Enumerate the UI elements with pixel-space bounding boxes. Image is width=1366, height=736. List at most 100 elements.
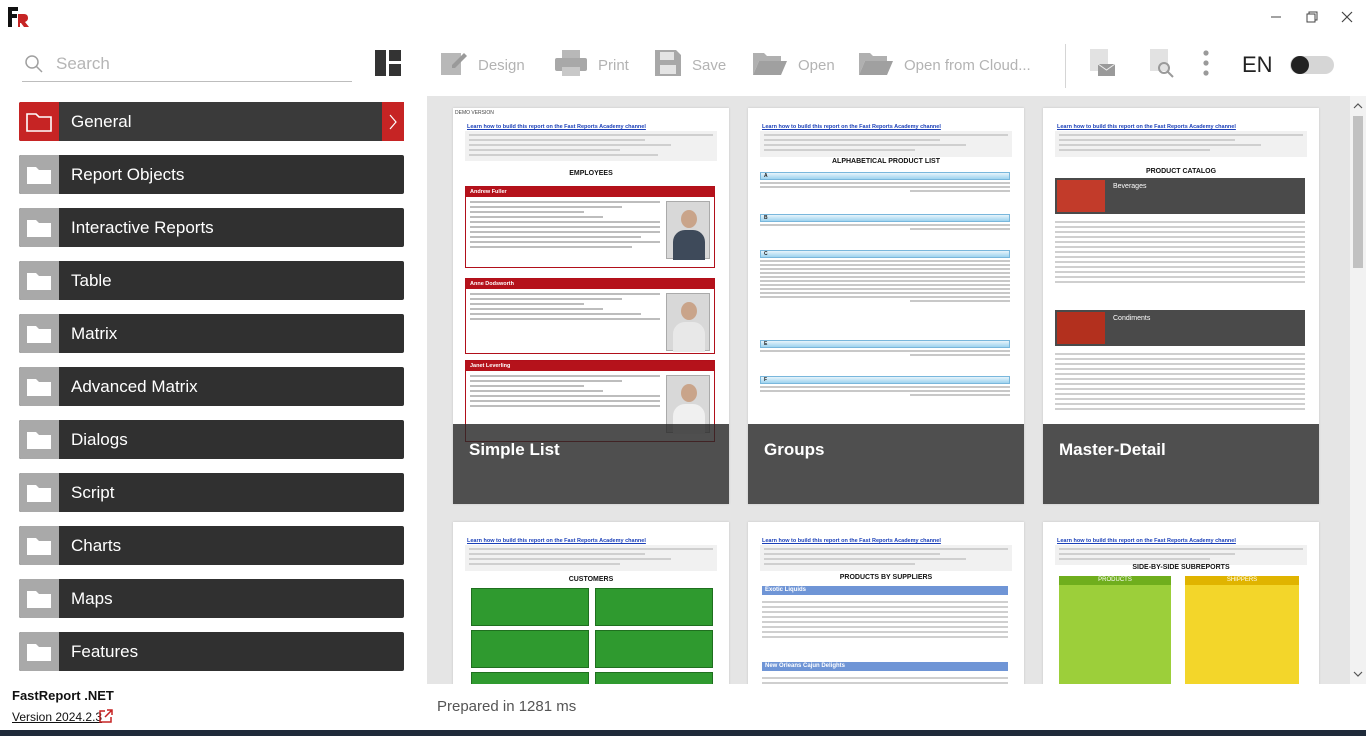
sidebar-item-dialogs[interactable]: Dialogs [19,420,404,459]
sidebar-item-label: Script [71,482,115,502]
group-header: C [760,250,1010,258]
group-header: E [760,340,1010,348]
sidebar-item-maps[interactable]: Maps [19,579,404,618]
catalog-category: Beverages [1055,178,1305,214]
report-card-groups[interactable]: Learn how to build this report on the Fa… [748,108,1024,504]
product-table [1055,350,1305,413]
layout-toggle-button[interactable] [374,48,402,82]
product-group: A [760,172,1010,194]
sidebar-item-matrix[interactable]: Matrix [19,314,404,353]
close-button[interactable] [1336,6,1358,28]
sidebar-item-label: Matrix [71,323,118,343]
report-title: PRODUCT CATALOG [1145,168,1217,175]
category-name: Condiments [1113,315,1151,322]
card-title: Groups [764,440,825,459]
employee-name: Andrew Fuller [466,187,714,197]
design-button[interactable]: Design [440,48,525,82]
report-card-side-by-side-subreports[interactable]: Learn how to build this report on the Fa… [1043,522,1319,684]
search-box [22,48,352,82]
card-caption: Groups [748,424,1024,504]
prepare-time-status: Prepared in 1281 ms [437,698,577,715]
design-label: Design [478,56,525,74]
open-from-cloud-button[interactable]: Open from Cloud... [858,48,1031,82]
preview-button[interactable] [1148,48,1176,82]
academy-link[interactable]: Learn how to build this report on the Fa… [1057,124,1236,130]
save-button[interactable]: Save [654,48,726,82]
sidebar-item-label: Advanced Matrix [71,376,198,396]
language-selector[interactable]: EN [1242,52,1273,78]
sidebar-item-label: Maps [71,588,113,608]
report-title: SIDE-BY-SIDE SUBREPORTS [1132,564,1230,571]
report-title: PRODUCTS BY SUPPLIERS [839,574,933,581]
report-card-master-detail[interactable]: Learn how to build this report on the Fa… [1043,108,1319,504]
customer-block [595,672,713,684]
sidebar-item-charts[interactable]: Charts [19,526,404,565]
supplier-details [762,598,1008,641]
print-icon [554,49,588,81]
search-icon [24,54,44,79]
send-email-button[interactable] [1088,48,1116,82]
more-menu-button[interactable] [1200,48,1212,82]
save-label: Save [692,56,727,74]
employee-photo [666,201,710,260]
sidebar-item-features[interactable]: Features [19,632,404,671]
instructions-block [760,131,1012,157]
scroll-up-icon[interactable] [1350,98,1366,114]
open-from-cloud-label: Open from Cloud... [904,56,1031,74]
scrollbar-thumb[interactable] [1353,116,1363,268]
sidebar-item-label: General [71,111,132,131]
sidebar-item-report-objects[interactable]: Report Objects [19,155,404,194]
search-input[interactable] [56,52,346,76]
product-name: FastReport .NET [12,688,114,703]
toggle-knob [1291,56,1309,74]
report-card-simple-list[interactable]: DEMO VERSION Learn how to build this rep… [453,108,729,504]
category-sidebar: General Report Objects Interactive Repor… [0,96,427,684]
product-group: B [760,214,1010,232]
academy-link[interactable]: Learn how to build this report on the Fa… [1057,538,1236,544]
external-link-icon[interactable] [98,708,114,729]
print-label: Print [598,56,629,74]
catalog-category: Condiments [1055,310,1305,346]
sidebar-item-label: Table [71,270,112,290]
sidebar-item-interactive-reports[interactable]: Interactive Reports [19,208,404,247]
products-subreport: PRODUCTS [1059,576,1171,684]
folder-icon [19,526,59,565]
theme-toggle[interactable] [1290,56,1334,74]
supplier-details [762,674,1008,684]
academy-link[interactable]: Learn how to build this report on the Fa… [762,124,941,130]
academy-link[interactable]: Learn how to build this report on the Fa… [467,538,646,544]
print-button[interactable]: Print [554,48,629,82]
minimize-button[interactable] [1265,6,1287,28]
sidebar-item-general[interactable]: General [19,102,404,141]
employee-name: Janet Leverling [466,361,714,371]
sidebar-item-advanced-matrix[interactable]: Advanced Matrix [19,367,404,406]
customer-block [595,630,713,668]
folder-icon [19,367,59,406]
subreport-header: SHIPPERS [1185,576,1299,585]
restore-button[interactable] [1301,6,1323,28]
product-group: C [760,250,1010,304]
folder-icon [19,208,59,247]
card-title: Simple List [469,440,560,459]
instructions-block [465,545,717,571]
instructions-block [1055,131,1307,157]
group-header: A [760,172,1010,180]
folder-icon [19,473,59,512]
employee-record: Andrew Fuller [465,186,715,268]
sidebar-item-label: Report Objects [71,164,185,184]
gallery-scrollbar[interactable] [1350,96,1366,684]
academy-link[interactable]: Learn how to build this report on the Fa… [762,538,941,544]
sidebar-item-table[interactable]: Table [19,261,404,300]
academy-link[interactable]: Learn how to build this report on the Fa… [467,124,646,130]
design-icon [440,49,468,81]
sidebar-item-script[interactable]: Script [19,473,404,512]
toolbar-divider [1065,44,1066,88]
customer-block [471,588,589,626]
scroll-down-icon[interactable] [1350,666,1366,682]
demo-version-label: DEMO VERSION [455,110,494,116]
open-button[interactable]: Open [752,48,835,82]
title-bar [0,0,1366,34]
report-card-products-by-suppliers[interactable]: Learn how to build this report on the Fa… [748,522,1024,684]
version-link[interactable]: Version 2024.2.3 [12,710,102,724]
report-card-customers[interactable]: Learn how to build this report on the Fa… [453,522,729,684]
